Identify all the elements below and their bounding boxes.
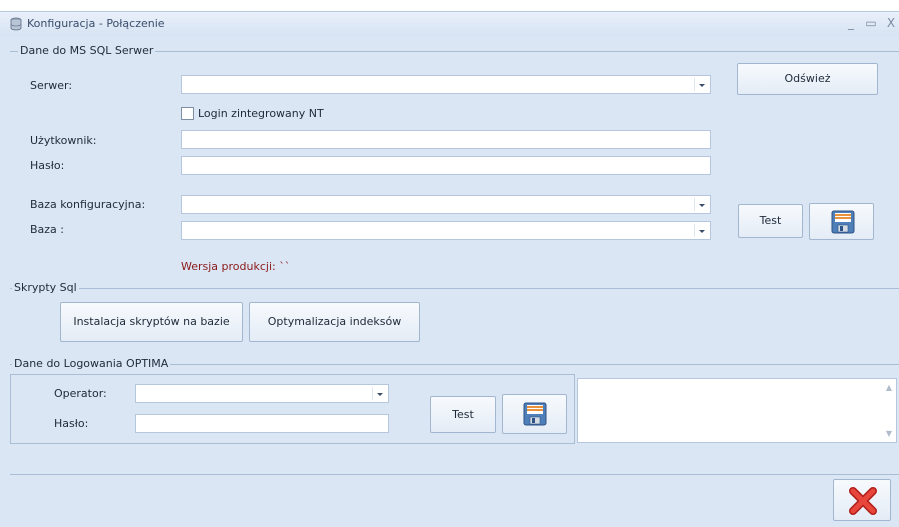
install-scripts-button[interactable]: Instalacja skryptów na bazie	[60, 302, 243, 342]
db-combo[interactable]	[181, 221, 711, 240]
server-combo[interactable]	[181, 75, 711, 94]
nt-login-checkbox[interactable]	[181, 107, 194, 120]
bottom-separator	[10, 474, 899, 475]
chevron-down-icon[interactable]	[694, 78, 708, 91]
sql-group-title: Dane do MS SQL Serwer	[18, 44, 156, 57]
operator-label: Operator:	[54, 387, 107, 400]
password-input[interactable]	[181, 156, 711, 175]
close-button[interactable]	[833, 479, 891, 521]
db-label: Baza :	[30, 223, 65, 236]
title-bar: Konfiguracja - Połączenie _ ▭ X	[0, 12, 899, 36]
chevron-down-icon[interactable]	[372, 387, 386, 400]
config-db-combo[interactable]	[181, 195, 711, 214]
server-label: Serwer:	[30, 79, 73, 92]
optima-password-input[interactable]	[135, 414, 389, 433]
refresh-button[interactable]: Odśwież	[737, 63, 878, 95]
optima-save-button[interactable]	[502, 394, 567, 434]
close-window-button[interactable]: X	[882, 15, 899, 31]
maximize-button[interactable]: ▭	[862, 15, 880, 31]
save-connection-button[interactable]	[809, 203, 874, 240]
minimize-button[interactable]: _	[842, 15, 860, 31]
scroll-up-icon[interactable]: ▲	[886, 383, 892, 392]
scroll-down-icon[interactable]: ▼	[886, 429, 892, 438]
close-x-icon	[849, 487, 877, 515]
database-icon	[10, 17, 22, 31]
chevron-down-icon[interactable]	[694, 198, 708, 211]
config-window: Konfiguracja - Połączenie _ ▭ X Dane do …	[0, 11, 899, 527]
optima-group-title: Dane do Logowania OPTIMA	[12, 357, 171, 370]
log-memo[interactable]: ▲ ▼	[577, 378, 897, 443]
password-label: Hasło:	[30, 159, 65, 172]
user-label: Użytkownik:	[30, 134, 97, 147]
save-icon	[831, 210, 855, 234]
nt-login-label: Login zintegrowany NT	[198, 107, 324, 120]
window-title: Konfiguracja - Połączenie	[27, 17, 165, 30]
optima-test-button[interactable]: Test	[430, 396, 496, 433]
scripts-group-title: Skrypty Sql	[12, 281, 79, 294]
config-db-label: Baza konfiguracyjna:	[30, 198, 146, 211]
operator-combo[interactable]	[135, 384, 389, 403]
optima-password-label: Hasło:	[54, 417, 89, 430]
save-icon	[523, 402, 547, 426]
user-input[interactable]	[181, 130, 711, 149]
optimize-indexes-button[interactable]: Optymalizacja indeksów	[249, 302, 420, 342]
version-text: Wersja produkcji: ``	[181, 260, 291, 273]
test-connection-button[interactable]: Test	[738, 204, 803, 238]
scripts-group-border	[10, 288, 899, 289]
chevron-down-icon[interactable]	[694, 224, 708, 237]
